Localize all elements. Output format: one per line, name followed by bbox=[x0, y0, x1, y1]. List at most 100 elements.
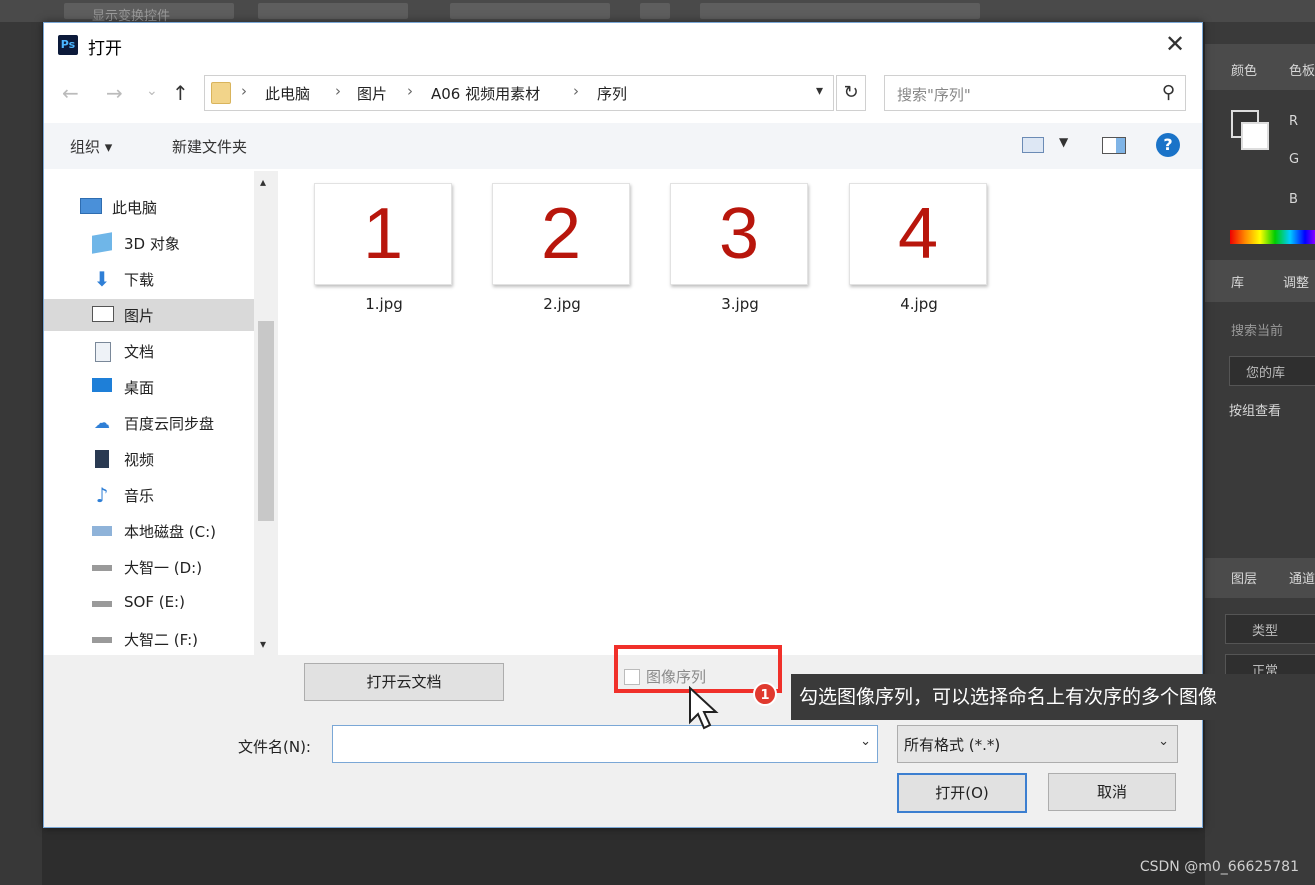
view-dropdown-icon[interactable]: ▼ bbox=[1059, 135, 1068, 149]
sidebar-item-this-pc[interactable]: 此电脑 bbox=[44, 191, 254, 223]
photoshop-panels: 颜色 色板 R G B 库 调整 搜索当前 您的库 按组查看 图层 通道 类型 … bbox=[1205, 22, 1315, 885]
library-search[interactable]: 搜索当前 bbox=[1231, 320, 1283, 339]
chevron-down-icon[interactable]: ⌄ bbox=[1158, 734, 1169, 749]
transform-controls-checkbox[interactable]: 显示变换控件 bbox=[64, 3, 234, 24]
sidebar-item-3d-objects[interactable]: 3D 对象 bbox=[44, 227, 254, 259]
sidebar-item-videos[interactable]: 视频 bbox=[44, 443, 254, 475]
organize-menu-button[interactable]: 组织 ▾ bbox=[70, 136, 112, 157]
adjustments-tab[interactable]: 调整 bbox=[1283, 272, 1309, 291]
breadcrumb-pictures[interactable]: 图片 bbox=[357, 83, 387, 104]
3d-mode-buttons[interactable] bbox=[700, 3, 980, 19]
documents-icon bbox=[95, 342, 111, 362]
sidebar-item-label: 文档 bbox=[124, 343, 155, 361]
drive-icon bbox=[92, 637, 112, 643]
more-options-icon[interactable] bbox=[640, 3, 670, 19]
file-name[interactable]: 2.jpg bbox=[492, 295, 632, 313]
breadcrumb-separator[interactable]: › bbox=[335, 82, 341, 100]
sidebar-item-drive-e[interactable]: SOF (E:) bbox=[44, 587, 254, 619]
file-thumbnail[interactable]: 3 bbox=[670, 183, 808, 285]
file-item-4[interactable]: 4 4.jpg bbox=[849, 183, 989, 313]
drive-c-icon bbox=[92, 526, 112, 536]
sidebar-item-drive-f[interactable]: 大智二 (F:) bbox=[44, 623, 254, 655]
breadcrumb-this-pc[interactable]: 此电脑 bbox=[265, 83, 310, 104]
recent-locations-chevron-icon[interactable]: ⌄ bbox=[146, 83, 158, 99]
scroll-thumb[interactable] bbox=[258, 321, 274, 521]
desktop-icon bbox=[92, 378, 112, 392]
sidebar-item-music[interactable]: ♪ 音乐 bbox=[44, 479, 254, 511]
layer-filter-input[interactable]: 类型 bbox=[1225, 614, 1315, 644]
channels-tab[interactable]: 通道 bbox=[1289, 568, 1315, 587]
dialog-title: 打开 bbox=[88, 39, 122, 59]
forward-arrow-icon[interactable]: → bbox=[106, 81, 123, 105]
breadcrumb-video-assets[interactable]: A06 视频用素材 bbox=[431, 83, 540, 104]
file-thumbnail[interactable]: 4 bbox=[849, 183, 987, 285]
file-name[interactable]: 4.jpg bbox=[849, 295, 989, 313]
file-item-3[interactable]: 3 3.jpg bbox=[670, 183, 810, 313]
sidebar-item-label: 3D 对象 bbox=[124, 235, 180, 253]
library-name: 您的库 bbox=[1246, 366, 1286, 381]
help-icon[interactable]: ? bbox=[1156, 133, 1180, 157]
sidebar-item-label: 本地磁盘 (C:) bbox=[124, 523, 216, 541]
sidebar-item-pictures[interactable]: 图片 bbox=[44, 299, 254, 331]
color-tab[interactable]: 颜色 bbox=[1231, 60, 1257, 79]
photoshop-options-bar: 显示变换控件 bbox=[0, 0, 1315, 24]
swatches-tab[interactable]: 色板 bbox=[1289, 60, 1315, 79]
file-format-select[interactable]: 所有格式 (*.*) ⌄ bbox=[897, 725, 1178, 763]
breadcrumb-separator[interactable]: › bbox=[573, 82, 579, 100]
color-spectrum-bar[interactable] bbox=[1230, 230, 1315, 244]
align-buttons[interactable] bbox=[258, 3, 408, 19]
photoshop-toolbar bbox=[0, 22, 42, 885]
command-bar: 组织 ▾ 新建文件夹 ▼ ? bbox=[44, 123, 1202, 169]
sidebar-item-downloads[interactable]: ⬇ 下载 bbox=[44, 263, 254, 295]
breadcrumb-separator[interactable]: › bbox=[407, 82, 413, 100]
drive-icon bbox=[92, 565, 112, 571]
file-thumbnail[interactable]: 2 bbox=[492, 183, 630, 285]
background-color-swatch[interactable] bbox=[1241, 122, 1269, 150]
close-icon[interactable]: ✕ bbox=[1160, 30, 1190, 58]
pictures-icon bbox=[92, 306, 114, 322]
address-dropdown-icon[interactable]: ▾ bbox=[816, 83, 823, 99]
file-name[interactable]: 1.jpg bbox=[314, 295, 454, 313]
sidebar-item-label: 视频 bbox=[124, 451, 155, 469]
sidebar-item-baidu-cloud[interactable]: ☁ 百度云同步盘 bbox=[44, 407, 254, 439]
navigation-scrollbar[interactable]: ▴ ▾ bbox=[254, 171, 278, 655]
breadcrumb-separator[interactable]: › bbox=[241, 82, 247, 100]
cancel-button[interactable]: 取消 bbox=[1048, 773, 1176, 811]
layers-tab[interactable]: 图层 bbox=[1231, 568, 1257, 587]
computer-icon bbox=[80, 198, 102, 214]
file-item-1[interactable]: 1 1.jpg bbox=[314, 183, 454, 313]
new-folder-button[interactable]: 新建文件夹 bbox=[172, 136, 247, 157]
change-view-icon[interactable] bbox=[1022, 137, 1044, 153]
sidebar-item-drive-c[interactable]: 本地磁盘 (C:) bbox=[44, 515, 254, 547]
sidebar-item-desktop[interactable]: 桌面 bbox=[44, 371, 254, 403]
breadcrumb-sequence[interactable]: 序列 bbox=[597, 83, 627, 104]
file-thumbnail[interactable]: 1 bbox=[314, 183, 452, 285]
preview-pane-icon[interactable] bbox=[1102, 137, 1126, 154]
scroll-up-icon[interactable]: ▴ bbox=[260, 175, 266, 189]
mouse-cursor-icon bbox=[689, 686, 719, 730]
filename-dropdown-icon[interactable]: ⌄ bbox=[860, 734, 871, 749]
open-button[interactable]: 打开(O) bbox=[897, 773, 1027, 813]
library-select[interactable]: 您的库 bbox=[1229, 356, 1315, 386]
search-box[interactable]: 搜索"序列" ⚲ bbox=[884, 75, 1186, 111]
blue-channel-label: B bbox=[1289, 192, 1298, 207]
layer-filter-label: 类型 bbox=[1252, 624, 1279, 639]
scroll-down-icon[interactable]: ▾ bbox=[260, 637, 266, 651]
thumbnail-number: 3 bbox=[718, 194, 760, 274]
search-icon[interactable]: ⚲ bbox=[1162, 82, 1175, 103]
refresh-icon[interactable]: ↻ bbox=[836, 75, 866, 111]
file-item-2[interactable]: 2 2.jpg bbox=[492, 183, 632, 313]
address-bar[interactable]: › 此电脑 › 图片 › A06 视频用素材 › 序列 ▾ bbox=[204, 75, 834, 111]
group-view-dropdown[interactable]: 按组查看 bbox=[1229, 400, 1281, 419]
filename-input[interactable]: ⌄ bbox=[332, 725, 878, 763]
libraries-tab[interactable]: 库 bbox=[1231, 272, 1244, 291]
sidebar-item-documents[interactable]: 文档 bbox=[44, 335, 254, 367]
distribute-buttons[interactable] bbox=[450, 3, 610, 19]
file-name[interactable]: 3.jpg bbox=[670, 295, 810, 313]
up-arrow-icon[interactable]: ↑ bbox=[172, 81, 189, 105]
open-cloud-document-button[interactable]: 打开云文档 bbox=[304, 663, 504, 701]
watermark: CSDN @m0_66625781 bbox=[1139, 859, 1299, 875]
sidebar-item-drive-d[interactable]: 大智一 (D:) bbox=[44, 551, 254, 583]
thumbnail-number: 4 bbox=[897, 194, 939, 274]
back-arrow-icon[interactable]: ← bbox=[62, 81, 79, 105]
